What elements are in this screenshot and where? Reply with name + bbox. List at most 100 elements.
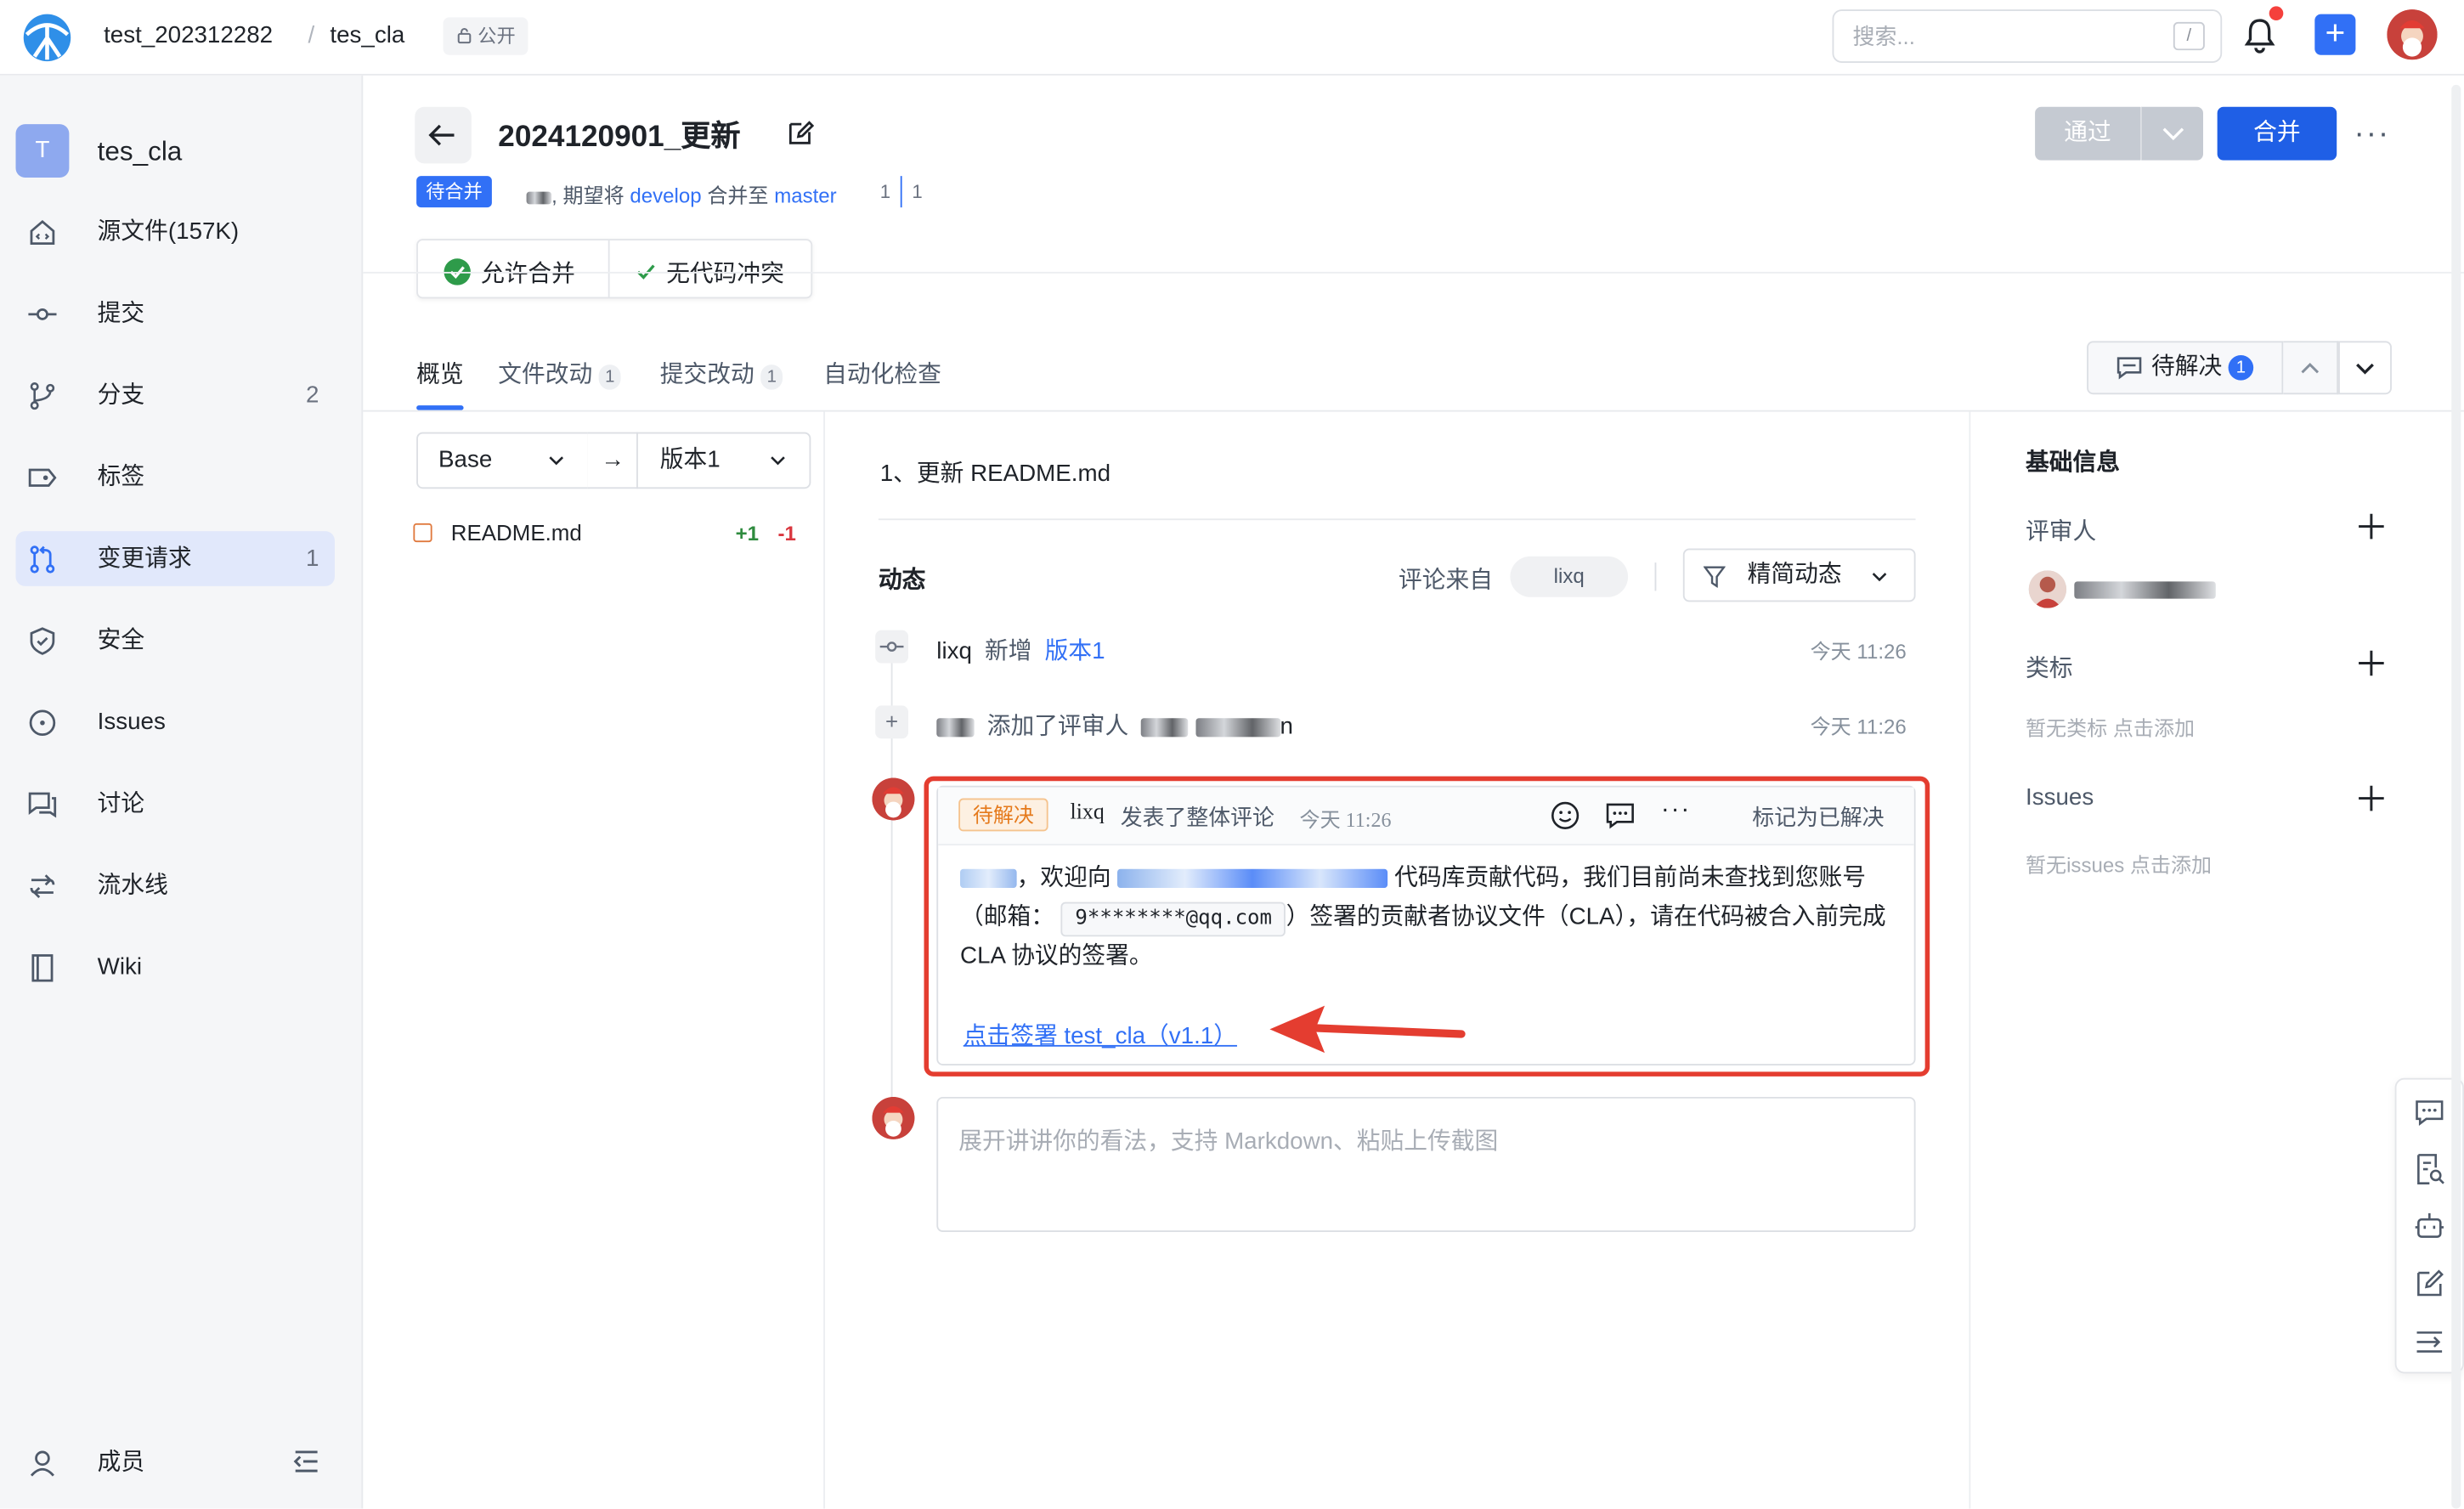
pending-label: 待解决	[2150, 353, 2223, 381]
divider	[363, 410, 2464, 412]
pr-branch-info: , 期望将 develop 合并至 master	[526, 179, 837, 209]
sidebar-item-security[interactable]: 安全	[15, 613, 334, 668]
timeline-event-version: lixq 新增 版本1	[936, 633, 1105, 666]
create-button[interactable]: +	[2314, 14, 2356, 55]
redacted-user	[1141, 718, 1189, 738]
previous-thread-button[interactable]	[2283, 341, 2339, 395]
event-action: 添加了评审人	[986, 713, 1129, 741]
base-select[interactable]: Base	[416, 432, 590, 489]
robot-icon[interactable]	[2414, 1210, 2445, 1241]
divider	[1654, 562, 1657, 591]
labels-empty[interactable]: 暂无类标 点击添加	[2026, 712, 2195, 742]
basic-info-title: 基础信息	[2026, 449, 2121, 477]
divider	[1969, 411, 1971, 1509]
sidebar-item-label: 讨论	[97, 790, 145, 817]
tab-commits[interactable]: 提交改动 1	[660, 357, 783, 390]
diff-left: 1	[879, 180, 891, 203]
file-removed-count: -1	[777, 522, 796, 545]
collapse-sidebar-icon[interactable]	[291, 1446, 322, 1478]
sidebar-item-commits[interactable]: 提交	[15, 286, 334, 342]
filter-icon	[1703, 566, 1726, 588]
file-name[interactable]: README.md	[451, 520, 582, 545]
tab-checks[interactable]: 自动化检查	[823, 357, 941, 390]
sidebar-item-label: 源文件(157K)	[97, 218, 240, 246]
file-added-count: +1	[735, 522, 759, 545]
visibility-label: 公开	[478, 25, 516, 48]
target-branch-link[interactable]: master	[774, 184, 836, 207]
user-avatar[interactable]	[2387, 9, 2438, 60]
search-input[interactable]: 搜索... /	[1832, 9, 2223, 63]
timeline-event-reviewer: 添加了评审人 n	[936, 709, 1293, 742]
reviewers-label: 评审人	[2026, 518, 2097, 545]
tab-label: 提交改动	[659, 361, 754, 388]
scrollbar[interactable]	[2451, 84, 2461, 1509]
sidebar-item-label: 成员	[97, 1449, 145, 1476]
add-issue-icon[interactable]	[2357, 784, 2385, 812]
chevron-down-icon	[2162, 127, 2184, 141]
pr-status-badge: 待合并	[416, 176, 492, 208]
search-placeholder: 搜索...	[1852, 23, 1915, 49]
reply-placeholder: 展开讲讲你的看法，支持 Markdown、粘贴上传截图	[958, 1128, 1499, 1156]
sidebar-item-tags[interactable]: 标签	[15, 449, 334, 505]
event-time: 今天 11:26	[1810, 715, 1907, 739]
more-options-icon[interactable]: ···	[2354, 116, 2391, 153]
breadcrumb-repo[interactable]: tes_cla	[330, 22, 404, 48]
repo-name[interactable]: tes_cla	[98, 137, 183, 168]
event-user[interactable]: lixq	[936, 638, 972, 664]
issues-label: Issues	[2026, 783, 2094, 811]
back-button[interactable]	[415, 106, 472, 164]
sidebar-item-issues[interactable]: Issues	[15, 694, 334, 749]
edit-icon[interactable]	[2414, 1269, 2445, 1300]
search-document-icon[interactable]	[2414, 1154, 2445, 1185]
diff-stat: 1 1	[879, 176, 923, 208]
sidebar-item-source[interactable]: 源文件(157K)	[15, 204, 334, 259]
approve-button[interactable]: 通过	[2035, 106, 2141, 161]
pr-description: 1、更新 README.md	[879, 460, 1111, 488]
sidebar-item-wiki[interactable]: Wiki	[15, 940, 334, 995]
tab-label: 自动化检查	[823, 361, 941, 388]
merge-to-text: 合并至	[707, 184, 769, 208]
bell-icon[interactable]	[2242, 15, 2277, 54]
comment-from-label: 评论来自	[1399, 567, 1494, 595]
sidebar-item-label: Issues	[97, 709, 166, 736]
add-label-icon[interactable]	[2357, 649, 2385, 677]
book-icon	[31, 954, 54, 982]
sidebar-item-label: 分支	[97, 381, 145, 409]
comment-author-avatar[interactable]	[872, 777, 915, 821]
activity-filter-select[interactable]: 精简动态	[1682, 548, 1916, 602]
pipeline-icon	[30, 874, 55, 899]
issue-icon	[29, 709, 56, 737]
next-thread-button[interactable]	[2338, 341, 2392, 395]
redacted-user	[526, 190, 552, 204]
sidebar-item-count: 1	[306, 545, 319, 573]
breadcrumb-org[interactable]: test_202312282	[104, 22, 273, 48]
issues-empty[interactable]: 暂无issues 点击添加	[2026, 849, 2212, 879]
version-select[interactable]: 版本1	[636, 432, 811, 489]
reply-textarea[interactable]: 展开讲讲你的看法，支持 Markdown、粘贴上传截图	[936, 1096, 1916, 1233]
merge-button[interactable]: 合并	[2217, 106, 2337, 161]
sidebar-item-members[interactable]: 成员	[15, 1435, 334, 1490]
approve-dropdown-button[interactable]	[2140, 106, 2203, 161]
comment-icon[interactable]	[2414, 1097, 2445, 1128]
sidebar-item-pipelines[interactable]: 流水线	[15, 858, 334, 913]
pending-threads-button[interactable]: 待解决 1	[2087, 341, 2284, 395]
edit-icon[interactable]	[786, 120, 815, 148]
sidebar-item-label: 标签	[97, 463, 145, 491]
comment-from-user-chip[interactable]: lixq	[1510, 556, 1629, 597]
add-reviewer-icon[interactable]	[2357, 512, 2385, 540]
outline-icon[interactable]	[2414, 1326, 2445, 1358]
source-branch-link[interactable]: develop	[630, 184, 701, 207]
visibility-badge: 公开	[443, 17, 528, 55]
event-target-link[interactable]: 版本1	[1045, 638, 1105, 664]
no-conflict-label: 无代码冲突	[666, 261, 784, 288]
sidebar-item-pull-requests[interactable]: 变更请求 1	[15, 531, 335, 586]
tab-files[interactable]: 文件改动 1	[498, 357, 621, 390]
sidebar-item-discussions[interactable]: 讨论	[15, 777, 334, 832]
commit-event-icon	[875, 630, 909, 664]
modified-file-icon	[413, 523, 432, 543]
app-logo-icon[interactable]	[22, 13, 72, 63]
tab-overview[interactable]: 概览	[416, 357, 464, 390]
event-time: 今天 11:26	[1810, 639, 1907, 664]
reviewer-avatar[interactable]	[2028, 570, 2067, 608]
sidebar-item-branches[interactable]: 分支 2	[15, 368, 334, 423]
